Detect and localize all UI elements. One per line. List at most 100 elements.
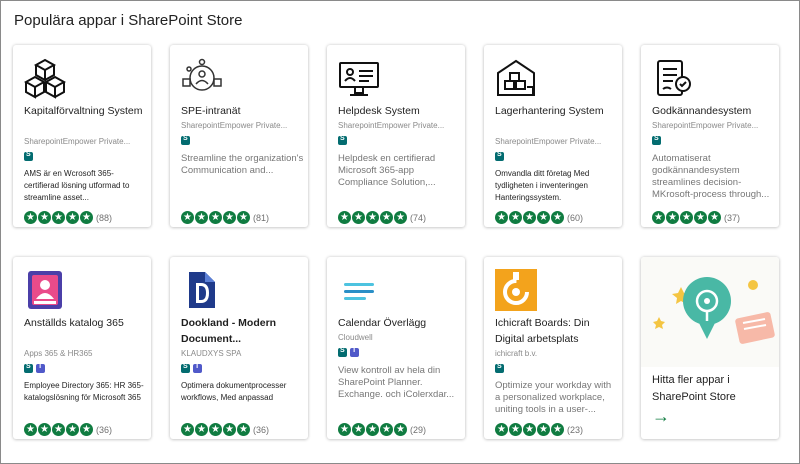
app-platform-badges [495,151,507,162]
app-card[interactable]: SPE-intranät SharepointEmpower Private...… [170,45,308,227]
star-icon: ★ [495,423,508,437]
star-icon: ★ [352,423,365,437]
app-platform-badges [652,135,664,146]
star-icon: ★ [338,211,351,225]
app-card[interactable]: Godkännandesystem SharepointEmpower Priva… [641,45,779,227]
star-icon: ★ [537,211,550,225]
app-rating: ★ ★ ★ ★ ★ (23) [495,421,584,437]
app-card[interactable]: Ichicraft Boards: Din Digital arbetsplat… [484,257,622,439]
star-icon: ★ [38,423,51,437]
app-name[interactable]: Godkännandesystem [652,103,776,119]
app-publisher: SharepointEmpower Private... [24,137,131,146]
app-publisher: SharepointEmpower Private... [652,121,759,130]
employee-directory-icon [24,269,66,311]
star-icon: ★ [380,423,393,437]
star-icon: ★ [66,211,79,225]
star-icon: ★ [708,211,721,225]
app-rating: ★ ★ ★ ★ ★ (37) [652,209,740,225]
approval-document-icon [652,57,694,99]
app-description: View kontroll av hela din SharePoint Pla… [338,365,455,400]
people-network-icon [181,57,223,99]
star-icon: ★ [523,423,536,437]
app-publisher: SharepointEmpower Private... [181,121,288,130]
rating-count: (60) [567,212,584,223]
star-icon: ★ [394,211,407,225]
app-rating: ★ ★ ★ ★ ★ (74) [338,209,427,225]
app-name[interactable]: Anställds katalog 365 [24,315,148,331]
app-description: Streamline the organization's Communicat… [181,153,304,176]
rating-count: (23) [567,424,584,435]
rating-count: (74) [410,212,427,223]
star-icon: ★ [237,211,250,225]
star-icon: ★ [181,423,194,437]
page-title: Populära appar i SharePoint Store [14,12,243,29]
star-icon: ★ [223,423,236,437]
star-icon: ★ [509,211,522,225]
app-platform-badges [181,135,193,146]
app-card[interactable]: Helpdesk System SharepointEmpower Private… [327,45,465,227]
app-name[interactable]: Dookland - Modern Document... [181,315,305,347]
star-icon: ★ [495,211,508,225]
calendar-lines-icon [338,269,380,311]
app-description: AMS är en Wcrosoft 365-certifierad lösni… [24,169,130,202]
app-description: Employee Directory 365: HR 365-katalogsl… [24,381,144,402]
star-icon: ★ [24,211,37,225]
star-icon: ★ [209,423,222,437]
dookland-logo-icon [181,269,223,311]
teams-badge-icon [350,347,359,357]
app-publisher: SharepointEmpower Private... [338,121,445,130]
app-name[interactable]: Kapitalförvaltning System [24,103,148,119]
app-name[interactable]: Ichicraft Boards: Din Digital arbetsplat… [495,315,619,347]
star-icon: ★ [195,423,208,437]
app-description: Omvandla ditt företag Med tydligheten i … [495,169,590,202]
star-icon: ★ [237,423,250,437]
app-publisher: KLAUDXYS SPA [181,349,242,358]
app-publisher: SharepointEmpower Private... [495,137,602,146]
app-rating: ★ ★ ★ ★ ★ (29) [338,421,427,437]
promo-text: Hitta fler appar i SharePoint Store [652,374,736,403]
app-platform-badges [24,363,48,374]
app-card[interactable]: Anställds katalog 365 Apps 365 & HR365 Emp… [13,257,151,439]
helpdesk-monitor-icon [338,57,380,99]
star-icon: ★ [338,423,351,437]
app-name[interactable]: Helpdesk System [338,103,462,119]
arrow-right-icon[interactable]: → [652,406,670,427]
app-name[interactable]: Lagerhantering System [495,103,619,119]
sharepoint-badge-icon [24,151,33,161]
rating-count: (36) [96,424,113,435]
app-name[interactable]: Calendar Överlägg [338,315,462,331]
app-rating: ★ ★ ★ ★ ★ (60) [495,209,584,225]
rating-count: (29) [410,424,427,435]
star-icon: ★ [209,211,222,225]
app-rating: ★ ★ ★ ★ ★ (88) [24,209,113,225]
app-card[interactable]: Dookland - Modern Document... KLAUDXYS SP… [170,257,308,439]
star-icon: ★ [195,211,208,225]
app-rating: ★ ★ ★ ★ ★ (36) [181,421,270,437]
sharepoint-badge-icon [24,363,33,373]
sharepoint-badge-icon [495,151,504,161]
app-rating: ★ ★ ★ ★ ★ (36) [24,421,113,437]
star-icon: ★ [666,211,679,225]
star-icon: ★ [52,211,65,225]
star-icon: ★ [366,211,379,225]
find-more-apps-card[interactable]: Hitta fler appar i SharePoint Store → [641,257,779,439]
star-icon: ★ [24,423,37,437]
star-icon: ★ [380,211,393,225]
star-icon: ★ [680,211,693,225]
rating-count: (36) [253,424,270,435]
app-card[interactable]: Lagerhantering System SharepointEmpower P… [484,45,622,227]
star-icon: ★ [223,211,236,225]
app-card[interactable]: Calendar Överlägg Cloudwell View kontroll … [327,257,465,439]
app-publisher: Cloudwell [338,333,373,342]
app-name[interactable]: SPE-intranät [181,103,305,119]
star-icon: ★ [551,423,564,437]
cubes-icon [23,57,67,99]
app-description: Helpdesk en certifierad Microsoft 365-ap… [338,153,436,188]
app-card[interactable]: Kapitalförvaltning System SharepointEmpow… [13,45,151,227]
app-description: Automatiserat godkännandesystem streamli… [652,153,770,200]
star-icon: ★ [66,423,79,437]
app-platform-badges [495,363,507,374]
rating-count: (88) [96,212,113,223]
star-icon: ★ [366,423,379,437]
promo-illustration [641,257,779,367]
